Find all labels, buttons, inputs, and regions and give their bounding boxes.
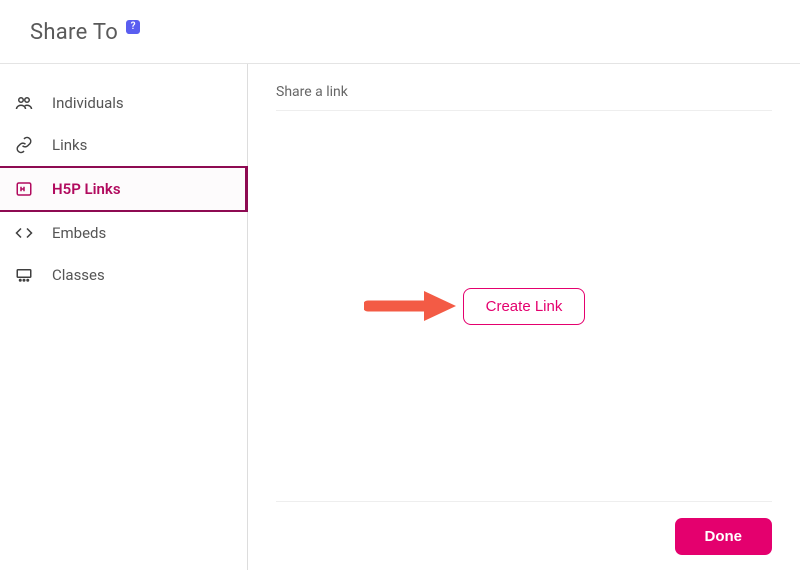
create-link-button[interactable]: Create Link xyxy=(463,288,586,325)
dialog-header: Share To ? xyxy=(0,0,800,63)
class-icon xyxy=(14,267,34,283)
done-button[interactable]: Done xyxy=(675,518,773,555)
dialog-body: Individuals Links H5P Links xyxy=(0,64,800,570)
help-icon[interactable]: ? xyxy=(126,20,140,34)
dialog-title: Share To xyxy=(30,20,118,45)
section-heading: Share a link xyxy=(276,84,772,110)
link-icon xyxy=(14,136,34,154)
content-area: Create Link xyxy=(276,111,772,501)
sidebar-item-label: Links xyxy=(52,136,87,154)
main-panel: Share a link Create Link Done xyxy=(248,64,800,570)
footer: Done xyxy=(276,501,772,555)
arrow-annotation xyxy=(364,289,458,323)
sidebar-item-embeds[interactable]: Embeds xyxy=(0,212,247,254)
group-icon xyxy=(14,95,34,111)
sidebar-item-label: Embeds xyxy=(52,224,106,242)
sidebar-item-individuals[interactable]: Individuals xyxy=(0,82,247,124)
sidebar-item-links[interactable]: Links xyxy=(0,124,247,166)
code-icon xyxy=(14,224,34,242)
h5p-icon xyxy=(14,180,34,198)
sidebar-item-classes[interactable]: Classes xyxy=(0,254,247,296)
sidebar-item-label: H5P Links xyxy=(52,180,121,198)
sidebar-item-label: Classes xyxy=(52,266,105,284)
sidebar-item-h5p-links[interactable]: H5P Links xyxy=(0,166,248,212)
share-sidebar: Individuals Links H5P Links xyxy=(0,64,248,570)
sidebar-item-label: Individuals xyxy=(52,94,124,112)
